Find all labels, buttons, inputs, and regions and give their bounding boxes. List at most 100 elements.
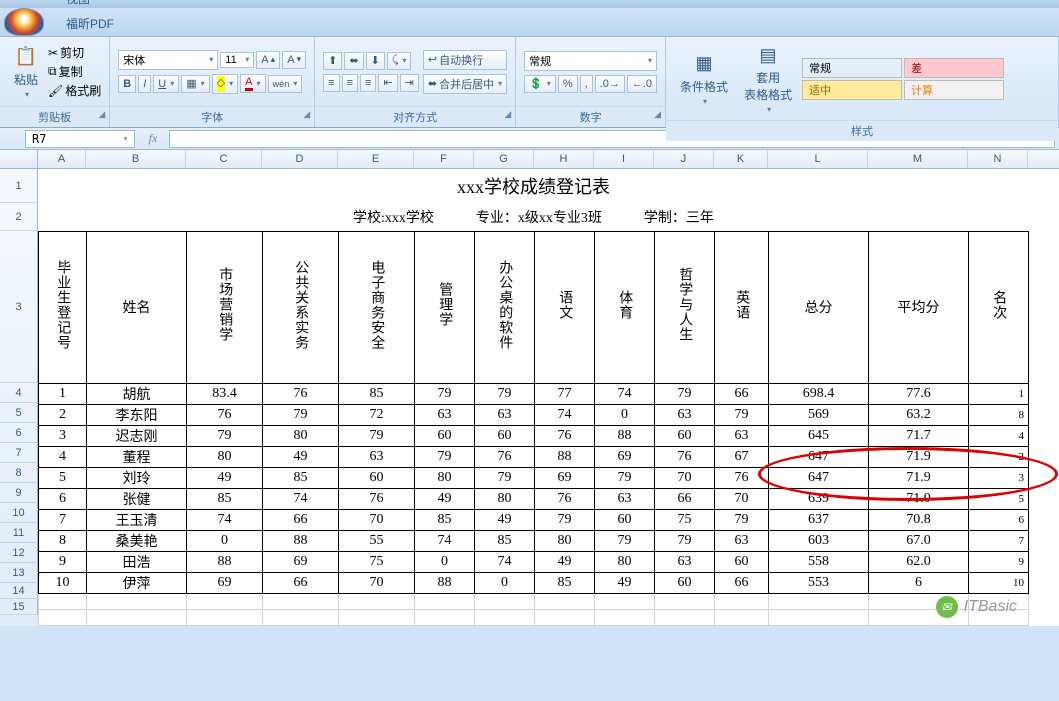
cell[interactable]: 79: [595, 530, 655, 551]
number-format-select[interactable]: 常规▾: [524, 51, 657, 71]
align-center-button[interactable]: ≡: [342, 74, 358, 92]
cell[interactable]: 74: [595, 383, 655, 404]
paste-button[interactable]: 📋 粘贴 ▾: [8, 43, 44, 101]
cell[interactable]: 5: [969, 488, 1029, 509]
cell[interactable]: 李东阳: [87, 404, 187, 425]
cell[interactable]: 79: [415, 383, 475, 404]
cell[interactable]: [87, 609, 187, 625]
cell[interactable]: 79: [655, 530, 715, 551]
cell[interactable]: 79: [655, 383, 715, 404]
cell[interactable]: [595, 609, 655, 625]
cell[interactable]: 637: [769, 509, 869, 530]
cell[interactable]: 639: [769, 488, 869, 509]
col-header[interactable]: F: [414, 150, 474, 168]
cell[interactable]: [339, 593, 415, 609]
cell[interactable]: 75: [339, 551, 415, 572]
align-top-button[interactable]: ⬆: [323, 52, 342, 70]
format-painter-button[interactable]: 🖌格式刷: [48, 82, 101, 99]
row-header[interactable]: 8: [0, 463, 38, 483]
cell[interactable]: [475, 593, 535, 609]
cell[interactable]: 桑美艳: [87, 530, 187, 551]
cell[interactable]: 569: [769, 404, 869, 425]
cell[interactable]: 72: [339, 404, 415, 425]
cell[interactable]: 0: [187, 530, 263, 551]
col-header[interactable]: K: [714, 150, 768, 168]
col-header[interactable]: C: [186, 150, 262, 168]
cell[interactable]: 76: [339, 488, 415, 509]
cell[interactable]: 69: [263, 551, 339, 572]
col-header[interactable]: D: [262, 150, 338, 168]
cell[interactable]: 76: [535, 488, 595, 509]
cell[interactable]: 74: [263, 488, 339, 509]
orientation-button[interactable]: ⤹▾: [387, 52, 412, 70]
cell[interactable]: [655, 593, 715, 609]
cell[interactable]: 76: [475, 446, 535, 467]
cell[interactable]: [415, 593, 475, 609]
cell[interactable]: 63: [415, 404, 475, 425]
cell[interactable]: 77: [535, 383, 595, 404]
cell[interactable]: 8: [39, 530, 87, 551]
office-button[interactable]: [4, 8, 44, 36]
cell[interactable]: 5: [39, 467, 87, 488]
row-header[interactable]: 1: [0, 169, 38, 203]
row-header[interactable]: 13: [0, 563, 38, 583]
cell[interactable]: [415, 609, 475, 625]
name-box[interactable]: R7▾: [25, 130, 135, 148]
conditional-format-button[interactable]: ▦ 条件格式▾: [674, 50, 734, 108]
cell[interactable]: 63: [715, 530, 769, 551]
cell[interactable]: 60: [475, 425, 535, 446]
cell[interactable]: [475, 609, 535, 625]
cell[interactable]: 70: [655, 467, 715, 488]
row-header[interactable]: 9: [0, 483, 38, 503]
cell[interactable]: 刘玲: [87, 467, 187, 488]
cell[interactable]: [535, 609, 595, 625]
cell[interactable]: 10: [39, 572, 87, 593]
col-header[interactable]: G: [474, 150, 534, 168]
cell[interactable]: 0: [595, 404, 655, 425]
fx-icon[interactable]: fx: [143, 131, 163, 146]
cell[interactable]: 88: [187, 551, 263, 572]
cell[interactable]: 4: [969, 425, 1029, 446]
cell[interactable]: [39, 593, 87, 609]
cell[interactable]: 79: [475, 383, 535, 404]
cell[interactable]: 60: [715, 551, 769, 572]
col-header[interactable]: L: [768, 150, 868, 168]
cell[interactable]: 63: [339, 446, 415, 467]
row-header[interactable]: 7: [0, 443, 38, 463]
select-all-corner[interactable]: [0, 150, 38, 168]
cell[interactable]: 69: [535, 467, 595, 488]
cell[interactable]: 88: [535, 446, 595, 467]
cell[interactable]: 胡航: [87, 383, 187, 404]
phonetic-button[interactable]: wén▾: [268, 75, 303, 93]
cell[interactable]: 85: [187, 488, 263, 509]
underline-button[interactable]: U▾: [153, 75, 179, 93]
cell[interactable]: 79: [475, 467, 535, 488]
cell[interactable]: 71.0: [869, 488, 969, 509]
cell[interactable]: 88: [415, 572, 475, 593]
cell[interactable]: 76: [655, 446, 715, 467]
dialog-launcher-icon[interactable]: ◢: [504, 109, 511, 120]
align-bottom-button[interactable]: ⬇: [366, 52, 385, 70]
cell[interactable]: 69: [187, 572, 263, 593]
cell[interactable]: 49: [187, 467, 263, 488]
cell[interactable]: 74: [415, 530, 475, 551]
cell[interactable]: 71.9: [869, 467, 969, 488]
cell[interactable]: 67: [715, 446, 769, 467]
cell[interactable]: 698.4: [769, 383, 869, 404]
indent-dec-button[interactable]: ⇤: [378, 74, 397, 92]
cell[interactable]: 63: [475, 404, 535, 425]
cell[interactable]: 70.8: [869, 509, 969, 530]
cell[interactable]: 85: [415, 509, 475, 530]
font-size-select[interactable]: 11▾: [220, 52, 254, 68]
cell[interactable]: 8: [969, 404, 1029, 425]
merge-center-button[interactable]: ⬌合并后居中▾: [423, 74, 507, 94]
cell[interactable]: 62.0: [869, 551, 969, 572]
cell[interactable]: 83.4: [187, 383, 263, 404]
col-header[interactable]: E: [338, 150, 414, 168]
cell[interactable]: 85: [263, 467, 339, 488]
row-header[interactable]: 6: [0, 423, 38, 443]
cell[interactable]: 74: [187, 509, 263, 530]
cell[interactable]: 3: [969, 467, 1029, 488]
cell[interactable]: 558: [769, 551, 869, 572]
cell[interactable]: 66: [263, 572, 339, 593]
